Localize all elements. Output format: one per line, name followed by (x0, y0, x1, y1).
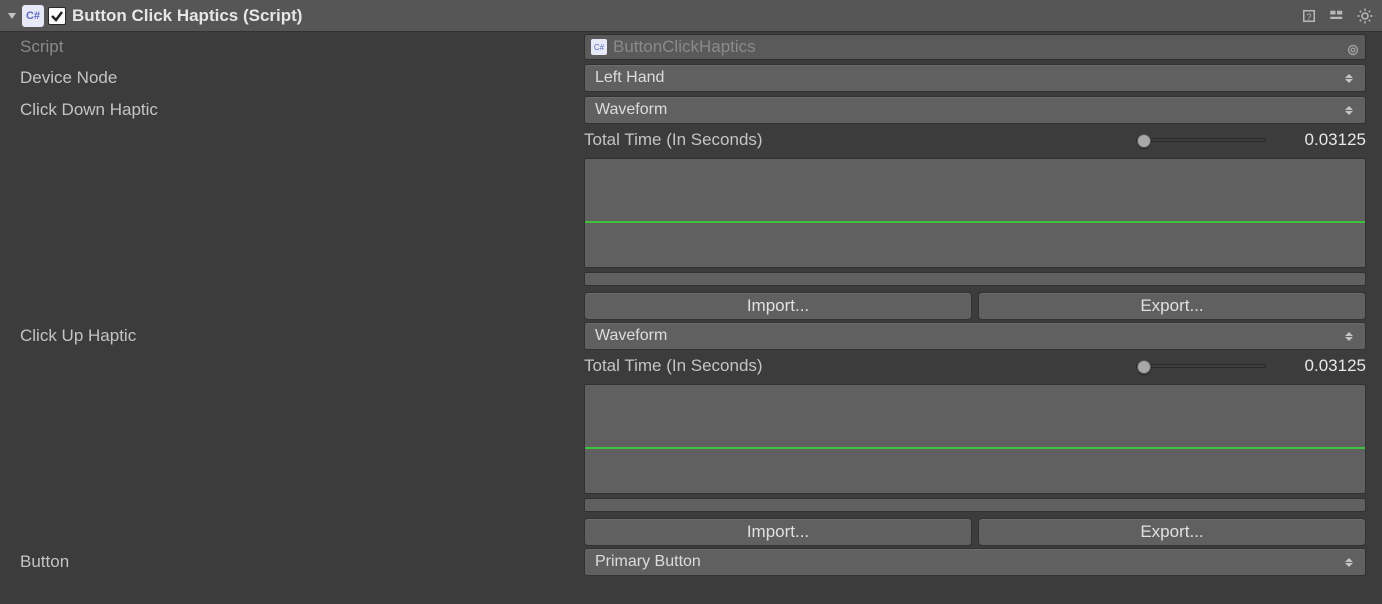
preset-icon[interactable] (1326, 5, 1348, 27)
click-down-curve-editor[interactable] (584, 158, 1366, 268)
button-value: Primary Button (595, 553, 701, 571)
click-down-footer-bar (584, 272, 1366, 286)
device-node-dropdown[interactable]: Left Hand (584, 64, 1366, 92)
dropdown-arrows-icon (1345, 332, 1355, 341)
slider-thumb[interactable] (1137, 360, 1151, 374)
click-up-type-value: Waveform (595, 327, 667, 345)
script-row: Script C# ButtonClickHaptics (0, 32, 1382, 62)
click-down-export-button[interactable]: Export... (978, 292, 1366, 320)
dropdown-arrows-icon (1345, 558, 1355, 567)
enable-checkbox[interactable] (48, 7, 66, 25)
click-up-row: Click Up Haptic Waveform (0, 320, 1382, 352)
script-mini-icon: C# (591, 39, 607, 55)
click-up-time-slider[interactable] (1136, 364, 1266, 368)
button-row: Button Primary Button (0, 546, 1382, 578)
dropdown-arrows-icon (1345, 106, 1355, 115)
click-up-import-button[interactable]: Import... (584, 518, 972, 546)
click-up-time-row: Total Time (In Seconds) 0.03125 (584, 352, 1366, 380)
component-header: C# Button Click Haptics (Script) ? (0, 0, 1382, 32)
button-label: Button (20, 552, 584, 572)
script-object-field[interactable]: C# ButtonClickHaptics (584, 34, 1366, 60)
click-up-footer-bar (584, 498, 1366, 512)
click-up-curve-editor[interactable] (584, 384, 1366, 494)
click-up-time-value[interactable]: 0.03125 (1280, 356, 1366, 376)
script-label: Script (20, 37, 584, 57)
click-up-section: Total Time (In Seconds) 0.03125 Import..… (0, 352, 1382, 546)
help-icon[interactable]: ? (1298, 5, 1320, 27)
click-up-label: Click Up Haptic (20, 326, 584, 346)
click-down-time-row: Total Time (In Seconds) 0.03125 (584, 126, 1366, 154)
click-down-type-dropdown[interactable]: Waveform (584, 96, 1366, 124)
click-down-type-value: Waveform (595, 101, 667, 119)
gear-icon[interactable] (1354, 5, 1376, 27)
object-picker-icon[interactable] (1347, 41, 1359, 53)
click-down-row: Click Down Haptic Waveform (0, 94, 1382, 126)
click-down-time-value[interactable]: 0.03125 (1280, 130, 1366, 150)
button-dropdown[interactable]: Primary Button (584, 548, 1366, 576)
component-title: Button Click Haptics (Script) (72, 6, 302, 26)
device-node-value: Left Hand (595, 69, 664, 87)
click-down-label: Click Down Haptic (20, 100, 584, 120)
click-down-time-label: Total Time (In Seconds) (584, 130, 1128, 150)
dropdown-arrows-icon (1345, 74, 1355, 83)
click-down-time-slider[interactable] (1136, 138, 1266, 142)
click-up-type-dropdown[interactable]: Waveform (584, 322, 1366, 350)
script-type-icon: C# (22, 5, 44, 27)
script-value: ButtonClickHaptics (613, 37, 756, 57)
click-down-import-button[interactable]: Import... (584, 292, 972, 320)
click-up-export-button[interactable]: Export... (978, 518, 1366, 546)
slider-thumb[interactable] (1137, 134, 1151, 148)
device-node-row: Device Node Left Hand (0, 62, 1382, 94)
device-node-label: Device Node (20, 68, 584, 88)
click-down-section: Total Time (In Seconds) 0.03125 Import..… (0, 126, 1382, 320)
click-up-time-label: Total Time (In Seconds) (584, 356, 1128, 376)
waveform-line (585, 447, 1365, 449)
svg-text:?: ? (1306, 11, 1311, 21)
waveform-line (585, 221, 1365, 223)
foldout-toggle[interactable] (6, 10, 18, 22)
